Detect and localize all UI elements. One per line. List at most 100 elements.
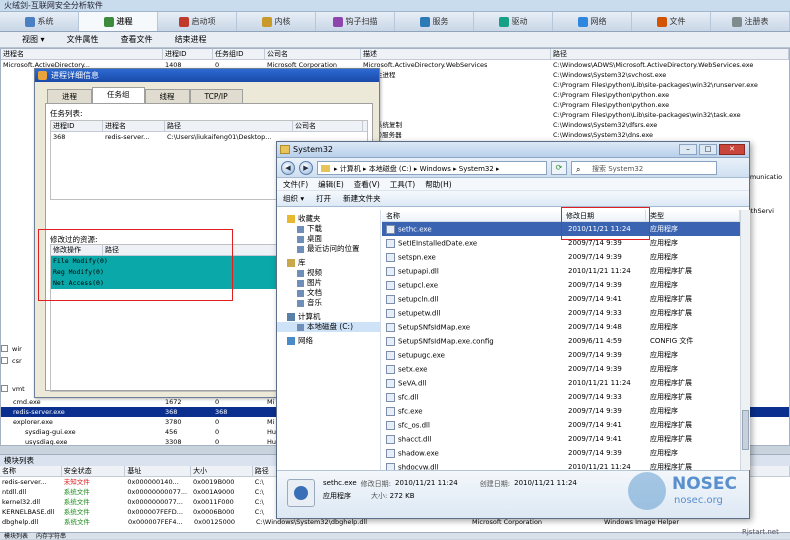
- file-row[interactable]: SetupSNfsIdMap.exe 2009/7/14 9:48 应用程序: [382, 320, 740, 334]
- dialog-tab[interactable]: 任务组: [92, 87, 145, 103]
- file-row[interactable]: setupugc.exe 2009/7/14 9:39 应用程序: [382, 348, 740, 362]
- file-row[interactable]: setupetw.dll 2009/7/14 9:33 应用程序扩展: [382, 306, 740, 320]
- expand-icon[interactable]: [1, 357, 8, 364]
- tab-0[interactable]: 系统: [0, 12, 79, 31]
- file-row[interactable]: setspn.exe 2009/7/14 9:39 应用程序: [382, 250, 740, 264]
- nav-item[interactable]: 文档: [277, 288, 380, 298]
- scrollbar-thumb[interactable]: [742, 410, 749, 450]
- search-input[interactable]: ⌕ 搜索 System32: [571, 160, 717, 175]
- menu-item[interactable]: 文件(F): [283, 179, 308, 190]
- file-list-scrollbar[interactable]: [740, 210, 750, 470]
- dialog-tab[interactable]: 进程: [47, 89, 92, 103]
- column-header[interactable]: 名称: [0, 466, 62, 476]
- column-header[interactable]: 进程ID: [163, 49, 213, 59]
- file-row[interactable]: setx.exe 2009/7/14 9:39 应用程序: [382, 362, 740, 376]
- toolbar-item[interactable]: 文件属性: [67, 34, 99, 45]
- tab-9[interactable]: 注册表: [711, 12, 790, 31]
- tab-1[interactable]: 进程: [79, 12, 158, 31]
- nav-group[interactable]: 网络: [277, 336, 380, 346]
- file-row[interactable]: SeVA.dll 2010/11/21 11:24 应用程序扩展: [382, 376, 740, 390]
- column-header[interactable]: 任务组ID: [213, 49, 265, 59]
- back-icon[interactable]: ◀: [281, 160, 295, 175]
- column-header[interactable]: 公司名: [265, 49, 361, 59]
- nav-group[interactable]: 收藏夹: [277, 214, 380, 224]
- nav-item[interactable]: 下载: [277, 224, 380, 234]
- maximize-icon[interactable]: □: [699, 144, 717, 155]
- file-date: 2009/7/14 9:39: [568, 281, 622, 289]
- column-header[interactable]: 进程ID: [51, 121, 103, 131]
- file-row[interactable]: sfc.dll 2009/7/14 9:33 应用程序扩展: [382, 390, 740, 404]
- nav-item[interactable]: 音乐: [277, 298, 380, 308]
- nav-group[interactable]: 库: [277, 258, 380, 268]
- column-header[interactable]: 大小: [191, 466, 253, 476]
- refresh-icon[interactable]: ⟳: [551, 160, 567, 175]
- minimize-icon[interactable]: –: [679, 144, 697, 155]
- nav-group[interactable]: 计算机: [277, 312, 380, 322]
- bottom-tab[interactable]: 模块列表: [4, 533, 28, 540]
- column-header[interactable]: 路径: [551, 49, 789, 59]
- menu-item[interactable]: 工具(T): [390, 179, 415, 190]
- file-row[interactable]: shacct.dll 2009/7/14 9:41 应用程序扩展: [382, 432, 740, 446]
- file-row[interactable]: sfc_os.dll 2009/7/14 9:41 应用程序扩展: [382, 418, 740, 432]
- command-button[interactable]: 组织 ▾: [283, 193, 304, 204]
- tab-3[interactable]: 内核: [237, 12, 316, 31]
- toolbar-item[interactable]: 查看文件: [121, 34, 153, 45]
- expand-icon[interactable]: [1, 345, 8, 352]
- expand-icon[interactable]: [1, 385, 8, 392]
- column-header[interactable]: 类型: [646, 210, 740, 221]
- dialog-tab[interactable]: TCP/IP: [189, 89, 243, 103]
- cell-size: 0x0011F000: [193, 498, 234, 506]
- file-name: shacct.dll: [398, 435, 432, 443]
- file-row[interactable]: shadow.exe 2009/7/14 9:39 应用程序: [382, 446, 740, 460]
- column-header[interactable]: 描述: [361, 49, 551, 59]
- tab-2[interactable]: 启动项: [158, 12, 237, 31]
- toolbar-item[interactable]: 视图 ▾: [22, 34, 45, 45]
- file-row[interactable]: sfc.exe 2009/7/14 9:39 应用程序: [382, 404, 740, 418]
- column-header[interactable]: 路径: [165, 121, 293, 131]
- address-bar[interactable]: ▸ 计算机 ▸ 本地磁盘 (C:) ▸ Windows ▸ System32 ▸: [317, 160, 547, 175]
- nav-label: 收藏夹: [298, 214, 321, 223]
- menu-item[interactable]: 帮助(H): [425, 179, 452, 190]
- file-row[interactable]: SetupSNfsIdMap.exe.config 2009/6/11 4:59 C…: [382, 334, 740, 348]
- column-header[interactable]: 公司名: [293, 121, 363, 131]
- tab-6[interactable]: 驱动: [474, 12, 553, 31]
- nav-item[interactable]: 本地磁盘 (C:): [277, 322, 380, 332]
- nav-item[interactable]: 视频: [277, 268, 380, 278]
- file-type: 应用程序扩展: [650, 309, 692, 317]
- file-name: SetupSNfsIdMap.exe: [398, 323, 471, 331]
- tree-node[interactable]: wir: [1, 344, 31, 354]
- menu-item[interactable]: 查看(V): [354, 179, 380, 190]
- file-list: 名称 修改日期 类型 sethc.exe 2010/11/21 11:24 应用程序 Se…: [382, 210, 740, 472]
- command-button[interactable]: 新建文件夹: [343, 193, 381, 204]
- tab-4[interactable]: 钩子扫描: [316, 12, 395, 31]
- column-header[interactable]: 进程名: [103, 121, 165, 131]
- menu-item[interactable]: 编辑(E): [318, 179, 344, 190]
- file-row[interactable]: setupcln.dll 2009/7/14 9:41 应用程序扩展: [382, 292, 740, 306]
- file-date: 2009/7/14 9:39: [568, 253, 622, 261]
- tree-node[interactable]: vmt: [1, 384, 31, 394]
- forward-icon[interactable]: ▶: [299, 160, 313, 175]
- cell-base: 0x000007FEF4...: [128, 518, 183, 526]
- file-row[interactable]: setupapi.dll 2010/11/21 11:24 应用程序扩展: [382, 264, 740, 278]
- driver-icon: [498, 16, 509, 27]
- dialog-tab[interactable]: 线程: [144, 89, 190, 103]
- column-header[interactable]: 安全状态: [62, 466, 126, 476]
- tree-node[interactable]: csr: [1, 356, 31, 366]
- registry-icon: [731, 16, 742, 27]
- toolbar-item[interactable]: 结束进程: [175, 34, 207, 45]
- details-created: 2010/11/21 11:24: [514, 479, 577, 487]
- nav-item-icon: [297, 323, 304, 331]
- bottom-tab[interactable]: 内存字符串: [36, 533, 66, 540]
- nav-item[interactable]: 图片: [277, 278, 380, 288]
- column-header[interactable]: 名称: [382, 210, 562, 221]
- nav-item[interactable]: 桌面: [277, 234, 380, 244]
- file-row[interactable]: setupcl.exe 2009/7/14 9:39 应用程序: [382, 278, 740, 292]
- tab-8[interactable]: 文件: [632, 12, 711, 31]
- tab-5[interactable]: 服务: [395, 12, 474, 31]
- nav-item[interactable]: 最近访问的位置: [277, 244, 380, 254]
- command-button[interactable]: 打开: [316, 193, 331, 204]
- column-header[interactable]: 基址: [125, 466, 192, 476]
- column-header[interactable]: 进程名: [1, 49, 163, 59]
- close-icon[interactable]: ✕: [719, 144, 745, 155]
- tab-7[interactable]: 网络: [553, 12, 632, 31]
